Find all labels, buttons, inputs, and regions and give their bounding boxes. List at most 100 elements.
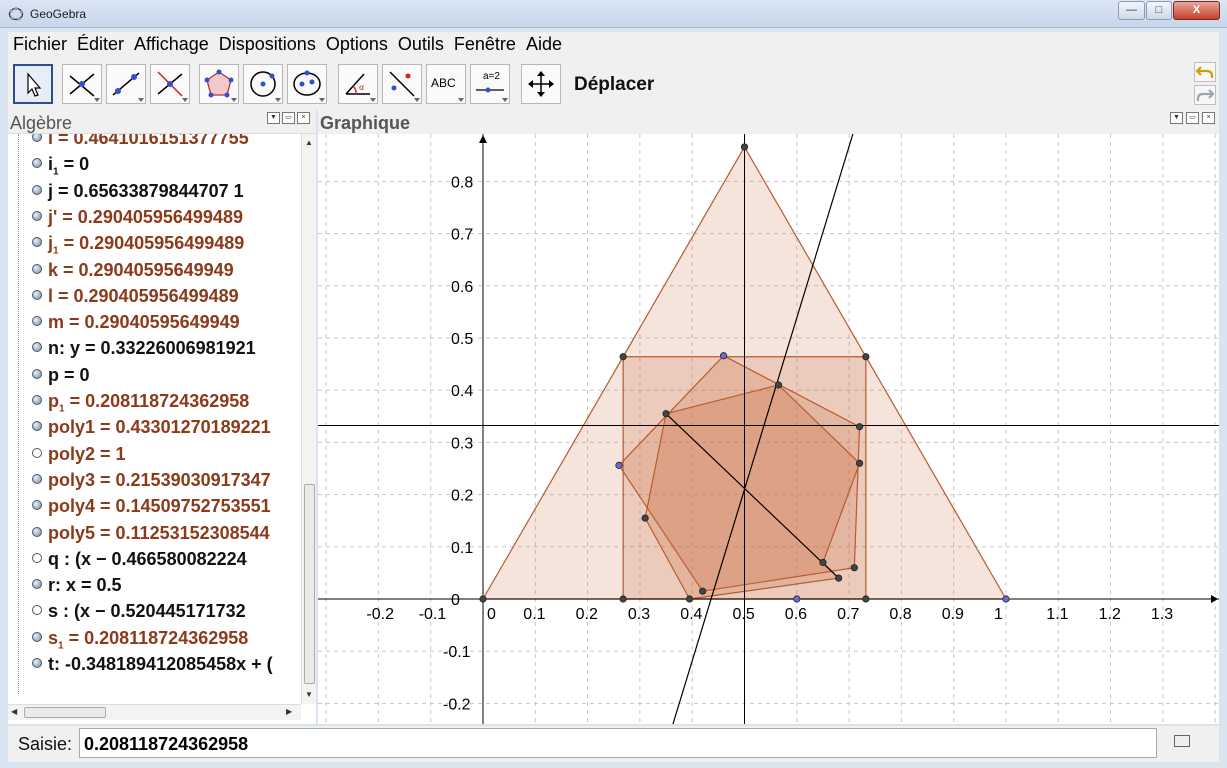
redo-button[interactable] <box>1194 85 1216 105</box>
visibility-toggle-icon[interactable] <box>32 579 42 590</box>
construction-drawing[interactable]: -0.2 -0.1 0 0.1 0.2 0.3 0.4 0.5 0.6 0.7 0.8 0.9 1 1.1… <box>318 134 1219 724</box>
algebra-header: Algèbre ▼ ▭ × <box>8 110 316 134</box>
visibility-toggle-icon[interactable] <box>32 368 42 379</box>
algebra-item-main: s <box>48 627 59 648</box>
undo-icon <box>1195 66 1214 78</box>
visibility-toggle-icon[interactable] <box>32 210 42 221</box>
algebra-item-text: poly2 = 1 <box>48 444 126 465</box>
scroll-left-icon[interactable]: ◀ <box>11 707 17 716</box>
visibility-toggle-icon[interactable] <box>32 421 42 432</box>
point-tool-button[interactable] <box>62 64 102 104</box>
menu-dispositions[interactable]: Dispositions <box>219 32 316 55</box>
algebra-item-text: s : (x − 0.520445171732 <box>48 601 246 622</box>
graphics-menu-icon[interactable]: ▼ <box>1170 112 1183 124</box>
x-tick-label: -0.1 <box>419 606 447 623</box>
keyboard-icon[interactable] <box>1174 735 1190 747</box>
visibility-toggle-icon[interactable] <box>32 631 42 642</box>
line-tool-button[interactable] <box>106 64 146 104</box>
construction-point <box>862 353 870 361</box>
construction-point <box>819 558 827 567</box>
algebra-vertical-scrollbar[interactable]: ▲ ▼ <box>301 134 316 704</box>
ellipse-tool-button[interactable] <box>287 64 327 104</box>
scroll-right-icon[interactable]: ▶ <box>286 707 292 716</box>
visibility-toggle-icon[interactable] <box>32 237 42 248</box>
algebra-horizontal-scrollbar[interactable]: ◀ ▶ <box>8 704 301 720</box>
input-field[interactable]: 0.208118724362958 <box>79 728 1157 758</box>
algebra-item-text: j1 = 0.290405956499489 <box>48 233 244 257</box>
move-tool-button[interactable] <box>13 64 53 104</box>
ellipse-icon <box>293 70 321 96</box>
y-tick-label: 0.5 <box>451 331 473 348</box>
minimize-button[interactable]: — <box>1118 1 1145 20</box>
visibility-toggle-icon[interactable] <box>32 316 42 327</box>
polygon-tool-button[interactable] <box>199 64 239 104</box>
visibility-toggle-icon[interactable] <box>32 158 42 169</box>
algebra-item-main: j = 0.65633879844707 1 <box>48 180 244 201</box>
visibility-toggle-icon[interactable] <box>32 342 42 353</box>
algebra-close-icon[interactable]: × <box>297 112 310 124</box>
y-tick-label: 0 <box>451 592 460 609</box>
visibility-toggle-icon[interactable] <box>32 605 42 616</box>
algebra-item-main: poly5 = 0.11253152308544 <box>48 522 270 543</box>
algebra-item-text: j = 0.65633879844707 1 <box>48 181 244 202</box>
visibility-toggle-icon[interactable] <box>32 184 42 195</box>
visibility-toggle-icon[interactable] <box>32 552 42 563</box>
close-button[interactable]: X <box>1173 1 1220 20</box>
algebra-item-main: poly1 = 0.43301270189221 <box>48 417 271 438</box>
visibility-toggle-icon[interactable] <box>32 658 42 668</box>
algebra-undock-icon[interactable]: ▭ <box>282 112 295 124</box>
menu-outils[interactable]: Outils <box>398 32 444 55</box>
graphics-view: Graphique ▼ ▭ × -0.2 -0.1 0 0.1 0.2 0.3 0.4 0.5… <box>318 110 1219 724</box>
slider-tool-button[interactable]: a=2 <box>470 64 510 104</box>
algebra-item-main: k = 0.29040595649949 <box>48 259 234 280</box>
undo-button[interactable] <box>1194 62 1216 82</box>
construction-point <box>850 564 858 572</box>
construction-point <box>685 595 694 603</box>
visibility-toggle-icon[interactable] <box>32 447 42 458</box>
graphics-undock-icon[interactable]: ▭ <box>1186 112 1199 124</box>
menu-aide[interactable]: Aide <box>526 32 562 55</box>
maximize-button[interactable]: □ <box>1146 1 1172 20</box>
text-tool-button[interactable]: ABC <box>426 64 466 104</box>
algebra-item-main: n: y = 0.33226006981921 <box>48 338 256 359</box>
graphics-canvas[interactable]: -0.2 -0.1 0 0.1 0.2 0.3 0.4 0.5 0.6 0.7 0.8 0.9 1 1.1… <box>318 134 1219 724</box>
visibility-toggle-icon[interactable] <box>32 134 42 142</box>
x-tick-label: 0.4 <box>680 606 702 623</box>
visibility-toggle-icon[interactable] <box>32 289 42 300</box>
menu-fenetre[interactable]: Fenêtre <box>454 32 516 55</box>
visibility-toggle-icon[interactable] <box>32 395 42 405</box>
algebra-item-text: i1 = 0 <box>48 154 89 178</box>
visibility-toggle-icon[interactable] <box>32 473 42 484</box>
graphics-close-icon[interactable]: × <box>1202 112 1215 124</box>
scroll-up-icon[interactable]: ▲ <box>305 138 313 147</box>
algebra-item-text: k = 0.29040595649949 <box>48 260 234 281</box>
algebra-item-text: t: -0.348189412085458x + ( <box>48 654 273 675</box>
perpendicular-tool-button[interactable] <box>150 64 190 104</box>
move-view-tool-button[interactable] <box>521 64 561 104</box>
algebra-item-text: j' = 0.290405956499489 <box>48 207 243 228</box>
y-tick-label: 0.6 <box>451 279 473 296</box>
algebra-hscroll-thumb[interactable] <box>24 707 106 718</box>
x-tick-label: 0 <box>487 606 496 623</box>
visibility-toggle-icon[interactable] <box>32 500 42 511</box>
reflect-tool-button[interactable] <box>382 64 422 104</box>
visibility-toggle-icon[interactable] <box>32 526 42 537</box>
angle-tool-button[interactable]: α <box>338 64 378 104</box>
circle-tool-button[interactable] <box>243 64 283 104</box>
menu-affichage[interactable]: Affichage <box>134 32 209 55</box>
construction-point <box>641 514 649 522</box>
y-tick-label: 0.7 <box>451 227 473 244</box>
algebra-scroll-thumb[interactable] <box>304 484 315 684</box>
visibility-toggle-icon[interactable] <box>32 263 42 274</box>
y-tick-label: 0.2 <box>451 488 473 505</box>
menu-options[interactable]: Options <box>326 32 388 55</box>
construction-point <box>855 423 864 431</box>
text-tool-label: ABC <box>431 76 456 90</box>
y-tick-label: 0.4 <box>451 383 473 400</box>
menu-fichier[interactable]: Fichier <box>13 32 67 55</box>
algebra-menu-icon[interactable]: ▼ <box>267 112 280 124</box>
window-title: GeoGebra <box>30 7 87 21</box>
scroll-down-icon[interactable]: ▼ <box>305 690 313 699</box>
menu-editer[interactable]: Éditer <box>77 32 124 55</box>
x-tick-label: 0.1 <box>523 606 545 623</box>
